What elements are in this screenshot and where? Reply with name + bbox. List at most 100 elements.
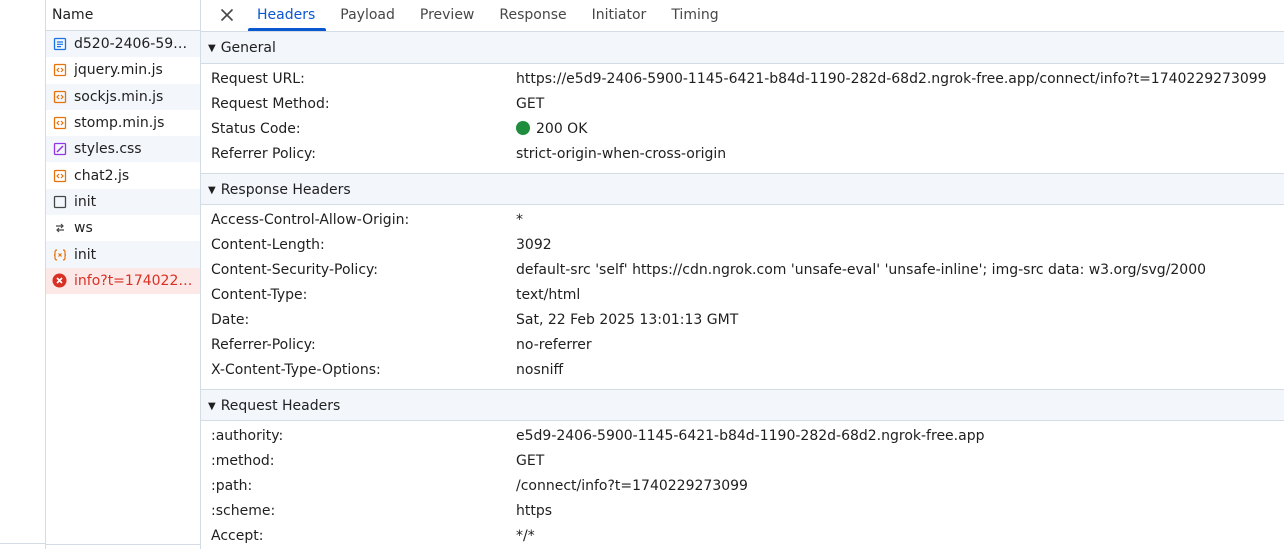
request-name: jquery.min.js — [74, 62, 163, 79]
error-icon — [52, 273, 67, 288]
header-value[interactable]: GET — [516, 92, 544, 117]
header-value[interactable]: https — [516, 499, 552, 524]
request-row[interactable]: jquery.min.js — [46, 57, 200, 83]
request-headers-section-header[interactable]: ▼ Request Headers — [201, 389, 1284, 421]
websocket-icon — [52, 221, 67, 236]
request-row[interactable]: stomp.min.js — [46, 110, 200, 136]
header-row: X-Content-Type-Options: nosniff — [201, 358, 1284, 383]
response-headers-section: ▼ Response Headers Access-Control-Allow-O… — [201, 173, 1284, 389]
tab-preview[interactable]: Preview — [408, 0, 487, 31]
header-value[interactable]: 200 OK — [516, 117, 587, 142]
tab-response[interactable]: Response — [487, 0, 578, 31]
request-name: d520-2406-5900-1145-6421-b84d-1190-282d-… — [74, 36, 196, 53]
header-value[interactable]: 3092 — [516, 233, 552, 258]
fetch-icon — [52, 247, 67, 262]
header-value[interactable]: no-referrer — [516, 333, 592, 358]
tab-initiator[interactable]: Initiator — [580, 0, 659, 31]
general-section: ▼ General Request URL: https://e5d9-2406-5… — [201, 32, 1284, 173]
header-value[interactable]: /connect/info?t=1740229273099 — [516, 474, 748, 499]
header-row: :path: /connect/info?t=1740229273099 — [201, 474, 1284, 499]
header-name: Status Code: — [211, 121, 301, 137]
header-row: :scheme: https — [201, 499, 1284, 524]
request-name: ws — [74, 220, 93, 237]
header-name: Content-Length: — [211, 237, 325, 253]
header-value[interactable]: default-src 'self' https://cdn.ngrok.com… — [516, 258, 1206, 283]
header-value[interactable]: https://e5d9-2406-5900-1145-6421-b84d-11… — [516, 67, 1267, 92]
header-name: Content-Security-Policy: — [211, 262, 378, 278]
request-row[interactable]: init — [46, 188, 200, 216]
collapse-triangle-icon: ▼ — [208, 185, 216, 196]
header-name: :authority: — [211, 428, 284, 444]
script-icon — [52, 63, 67, 78]
collapse-triangle-icon: ▼ — [208, 43, 216, 54]
header-name: Access-Control-Allow-Origin: — [211, 212, 410, 228]
header-row: Date: Sat, 22 Feb 2025 13:01:13 GMT — [201, 308, 1284, 333]
header-name: :path: — [211, 478, 253, 494]
request-name: styles.css — [74, 141, 142, 158]
tab-payload[interactable]: Payload — [328, 0, 407, 31]
header-row: Request Method: GET — [201, 92, 1284, 117]
left-gutter — [0, 0, 46, 549]
status-ok-icon — [516, 121, 530, 135]
request-name: init — [74, 246, 97, 263]
header-row: :method: GET — [201, 449, 1284, 474]
header-value[interactable]: nosniff — [516, 358, 563, 383]
response-headers-section-header[interactable]: ▼ Response Headers — [201, 173, 1284, 205]
header-name: Accept: — [211, 528, 264, 544]
header-row: Referrer-Policy: no-referrer — [201, 333, 1284, 358]
request-row[interactable]: info?t=1740229273099 — [46, 267, 200, 294]
request-name: init — [74, 193, 97, 210]
generic-file-icon — [52, 194, 67, 209]
header-name: :method: — [211, 453, 275, 469]
detail-tabbar: Headers Payload Preview Response Initiator Ti… — [201, 0, 1284, 32]
script-icon — [52, 116, 67, 131]
header-row: Status Code: 200 OK — [201, 117, 1284, 142]
collapse-triangle-icon: ▼ — [208, 401, 216, 412]
close-detail-button[interactable] — [209, 0, 245, 31]
request-row[interactable]: d520-2406-5900-1145-6421-b84d-1190-282d-… — [46, 31, 200, 58]
header-row: :authority: e5d9-2406-5900-1145-6421-b84d… — [201, 424, 1284, 449]
stylesheet-icon — [52, 142, 67, 157]
header-value[interactable]: strict-origin-when-cross-origin — [516, 142, 726, 167]
header-row: Accept: */* — [201, 524, 1284, 549]
header-value[interactable]: text/html — [516, 283, 580, 308]
document-icon — [52, 37, 67, 52]
general-section-header[interactable]: ▼ General — [201, 32, 1284, 64]
request-name: info?t=1740229273099 — [74, 272, 196, 289]
request-headers-section: ▼ Request Headers :authority: e5d9-2406-59… — [201, 389, 1284, 549]
header-name: Content-Type: — [211, 287, 308, 303]
header-row: Content-Security-Policy: default-src 'sel… — [201, 258, 1284, 283]
request-row[interactable]: init — [46, 241, 200, 268]
name-column-header[interactable]: Name — [46, 0, 200, 31]
request-name: chat2.js — [74, 167, 130, 184]
request-detail-pane: Headers Payload Preview Response Initiator Ti… — [201, 0, 1284, 549]
header-name: :scheme: — [211, 503, 276, 519]
header-row: Access-Control-Allow-Origin: * — [201, 208, 1284, 233]
header-value[interactable]: Sat, 22 Feb 2025 13:01:13 GMT — [516, 308, 738, 333]
header-value[interactable]: */* — [516, 524, 535, 549]
header-name: Date: — [211, 312, 250, 328]
tab-timing[interactable]: Timing — [659, 0, 730, 31]
status-code-text: 200 OK — [536, 121, 588, 137]
request-row[interactable]: ws — [46, 215, 200, 241]
header-value[interactable]: GET — [516, 449, 544, 474]
script-icon — [52, 89, 67, 104]
header-value[interactable]: e5d9-2406-5900-1145-6421-b84d-1190-282d-… — [516, 424, 984, 449]
request-list-pane: Name d520-2406-5900-1145-6421-b84d-1190-… — [46, 0, 201, 549]
header-value[interactable]: * — [516, 208, 523, 233]
header-name: Referrer Policy: — [211, 146, 316, 162]
close-icon — [220, 8, 234, 22]
header-name: X-Content-Type-Options: — [211, 362, 381, 378]
header-row: Content-Type: text/html — [201, 283, 1284, 308]
request-row[interactable]: styles.css — [46, 136, 200, 163]
header-row: Request URL: https://e5d9-2406-5900-1145-… — [201, 67, 1284, 92]
header-name: Request Method: — [211, 96, 330, 112]
header-row: Content-Length: 3092 — [201, 233, 1284, 258]
header-name: Referrer-Policy: — [211, 337, 316, 353]
header-name: Request URL: — [211, 71, 305, 87]
request-row[interactable]: sockjs.min.js — [46, 83, 200, 110]
tab-headers[interactable]: Headers — [245, 0, 327, 31]
script-icon — [52, 168, 67, 183]
request-row[interactable]: chat2.js — [46, 162, 200, 188]
header-row: Referrer Policy: strict-origin-when-cross… — [201, 142, 1284, 167]
